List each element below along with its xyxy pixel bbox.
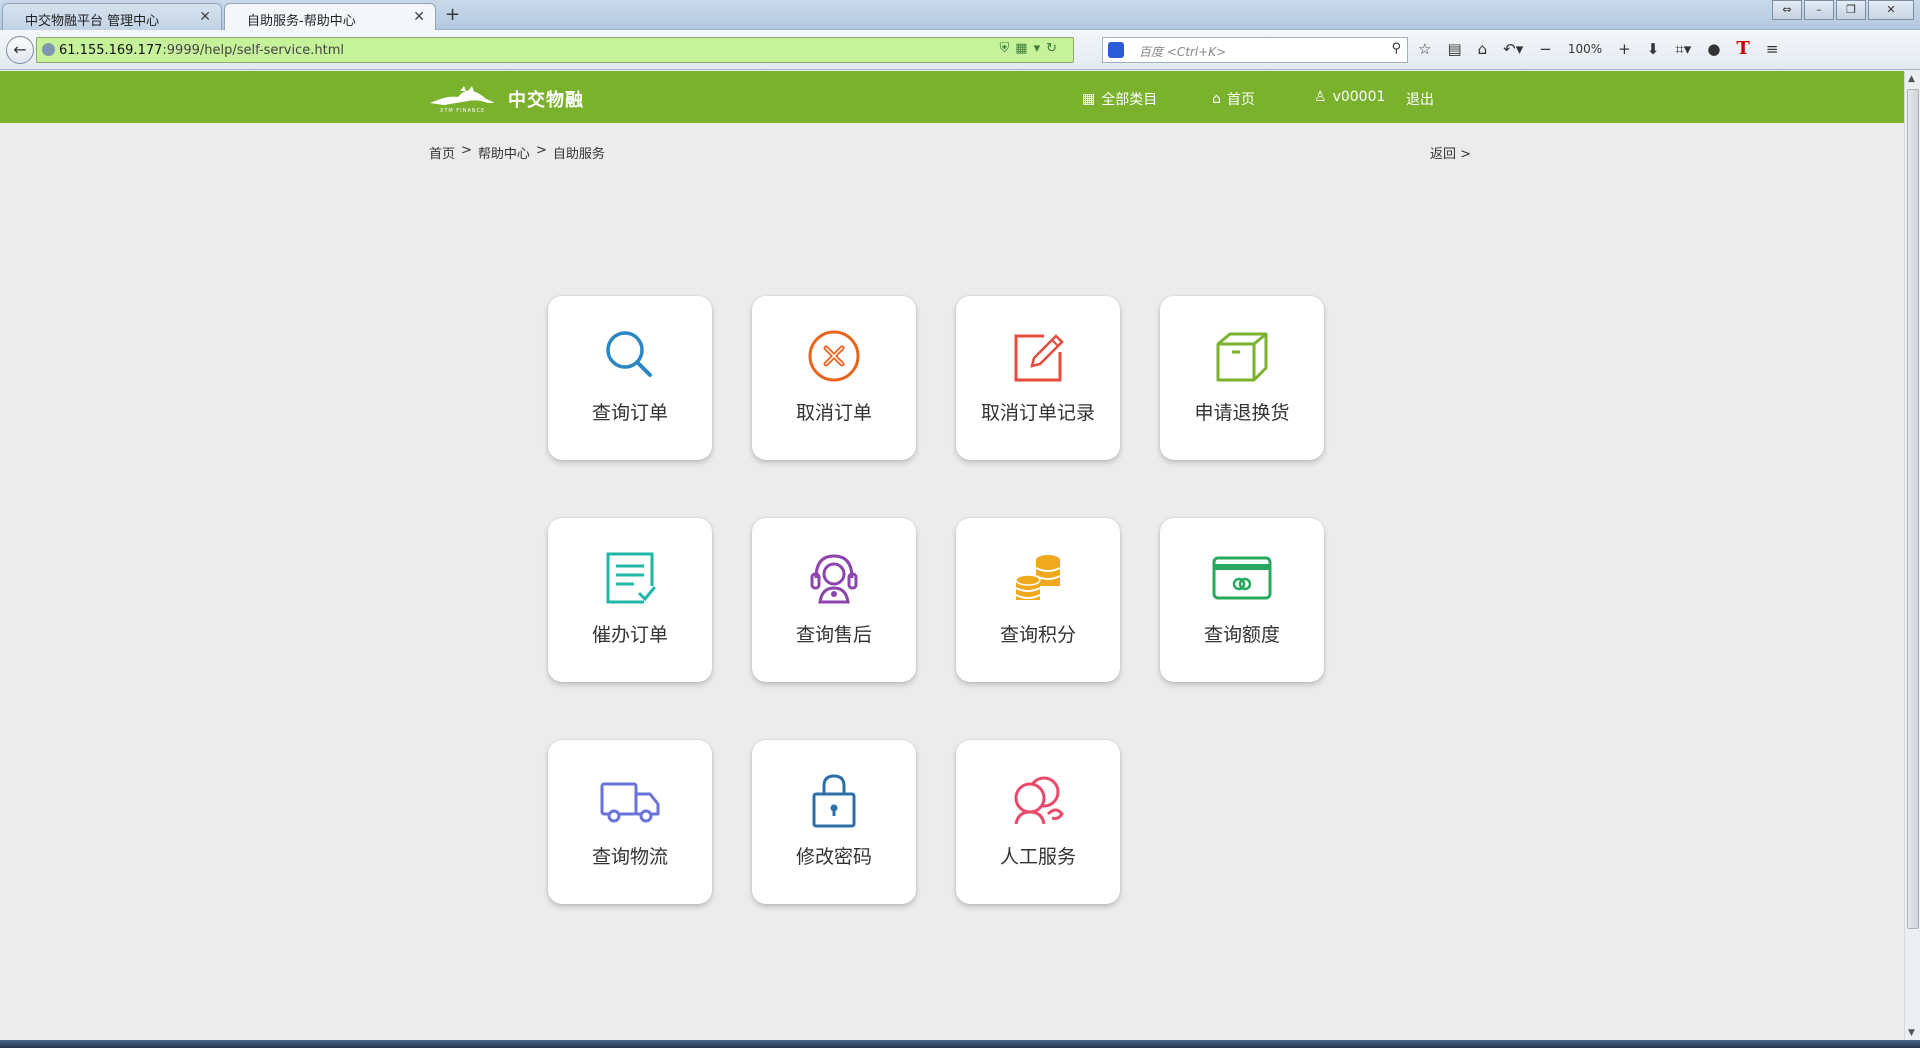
breadcrumb-separator: > (461, 143, 472, 158)
breadcrumb-current: 自助服务 (552, 147, 605, 162)
tile-urge-order[interactable]: 催办订单 (548, 518, 712, 682)
tile-label: 取消订单 (795, 402, 872, 424)
edit-icon (1014, 334, 1064, 382)
nav-label: 首页 (1226, 92, 1255, 108)
maximize-icon[interactable]: ❐ (1836, 0, 1866, 20)
site-header: 中交物融 XTM FINANCE ▦ 全部类目 ⌂ 首页 ♙ v00001 退出 (0, 71, 1904, 123)
search-icon[interactable]: ⚲ (1391, 41, 1401, 56)
screenshot-icon[interactable]: ⌗▾ (1675, 40, 1691, 58)
nav-label: v00001 (1332, 89, 1386, 105)
download-icon[interactable]: ⬇ (1647, 40, 1660, 58)
tile-label: 催办订单 (591, 624, 668, 646)
url-path: :9999/help/self-service.html (162, 43, 344, 58)
scroll-down-icon[interactable]: ▼ (1908, 1028, 1915, 1038)
back-button[interactable]: ← (6, 36, 34, 64)
user-icon: ♙ (1314, 89, 1327, 105)
tile-change-password[interactable]: 修改密码 (752, 740, 916, 904)
tile-human-service[interactable]: 人工服务 (956, 740, 1120, 904)
grid-icon: ▦ (1082, 91, 1096, 107)
tile-query-credit[interactable]: 查询额度 (1160, 518, 1324, 682)
window-close-icon[interactable]: ✕ (1868, 0, 1914, 20)
tile-label: 查询积分 (999, 624, 1076, 646)
browser-tab-self-service[interactable]: 自助服务-帮助中心 ✕ (224, 3, 436, 31)
brand-name: 中交物融 (508, 90, 584, 111)
tile-label: 申请退换货 (1194, 402, 1290, 424)
tile-label: 人工服务 (999, 846, 1076, 868)
breadcrumb-help-center[interactable]: 帮助中心 (478, 143, 530, 162)
translate-icon[interactable]: T (1736, 38, 1749, 59)
home-icon: ⌂ (1212, 91, 1221, 107)
tile-label: 查询额度 (1203, 624, 1280, 646)
tab-title: 中交物融平台 管理中心 (25, 14, 160, 29)
service-grid: 查询订单 取消订单 取消订单记录 申请退换货 催办订单 查询售后 查询积分 查询… (548, 296, 1340, 906)
back-link[interactable]: 返回 > (1430, 143, 1471, 162)
scroll-up-icon[interactable]: ▲ (1908, 74, 1915, 84)
tile-query-order[interactable]: 查询订单 (548, 296, 712, 460)
zoom-out-icon[interactable]: − (1539, 40, 1552, 58)
os-taskbar (0, 1040, 1920, 1048)
tile-label: 查询物流 (591, 846, 668, 868)
home-icon[interactable]: ⌂ (1478, 40, 1488, 58)
nav-label: 全部类目 (1101, 92, 1158, 108)
breadcrumb-home[interactable]: 首页 (429, 143, 455, 162)
menu-icon[interactable]: ≡ (1766, 40, 1779, 58)
search-placeholder: 百度 <Ctrl+K> (1139, 45, 1227, 59)
tile-label: 取消订单记录 (980, 402, 1095, 424)
tile-label: 查询售后 (795, 624, 872, 646)
lock-icon (812, 774, 856, 828)
breadcrumb-separator: > (535, 143, 547, 158)
scrollbar-thumb[interactable] (1907, 89, 1919, 929)
search-engine-icon[interactable] (1108, 42, 1124, 58)
nav-home[interactable]: ⌂ 首页 (1212, 89, 1255, 109)
nav-all-categories[interactable]: ▦ 全部类目 (1082, 89, 1157, 109)
tile-query-aftersales[interactable]: 查询售后 (752, 518, 916, 682)
nav-logout[interactable]: 退出 (1406, 89, 1434, 109)
browser-toolbar: ☆ ▤ ⌂ ↶▾ − 100% + ⬇ ⌗▾ ● T ≡ (1418, 38, 1794, 59)
headset-icon (810, 554, 858, 604)
bookmark-star-icon[interactable]: ☆ (1418, 40, 1431, 58)
logo[interactable]: 中交物融 XTM FINANCE (428, 82, 598, 116)
coins-icon (1015, 555, 1061, 600)
tile-label: 修改密码 (795, 846, 872, 868)
minimize-icon[interactable]: – (1804, 0, 1834, 20)
tab-title: 自助服务-帮助中心 (247, 14, 356, 29)
tile-cancel-order[interactable]: 取消订单 (752, 296, 916, 460)
browser-tab-admin[interactable]: 中交物融平台 管理中心 ✕ (2, 3, 222, 30)
truck-icon (600, 782, 660, 823)
tile-query-logistics[interactable]: 查询物流 (548, 740, 712, 904)
nav-label: 退出 (1406, 92, 1434, 108)
url-host: 61.155.169.177 (59, 43, 163, 58)
close-icon[interactable]: ✕ (413, 9, 425, 25)
new-tab-button[interactable]: + (445, 4, 460, 25)
window-controls: ⇔ – ❐ ✕ (1770, 0, 1914, 20)
page-scrollbar[interactable]: ▲ ▼ (1904, 71, 1920, 1041)
browser-nav-bar: ← 61.155.169.177:9999/help/self-service.… (0, 30, 1920, 70)
reader-icon[interactable]: ▤ (1447, 40, 1461, 58)
tile-apply-return[interactable]: 申请退换货 (1160, 296, 1324, 460)
search-icon (606, 331, 652, 377)
chat-icon[interactable]: ● (1707, 40, 1720, 58)
brand-subtitle: XTM FINANCE (440, 108, 486, 114)
zoom-in-icon[interactable]: + (1618, 40, 1631, 58)
box-icon (1216, 332, 1268, 382)
undo-icon[interactable]: ↶▾ (1503, 40, 1523, 58)
nav-user[interactable]: ♙ v00001 (1314, 89, 1385, 105)
search-box[interactable]: 百度 <Ctrl+K> ⚲ (1102, 37, 1408, 63)
zoom-level[interactable]: 100% (1568, 42, 1602, 56)
tile-cancel-order-records[interactable]: 取消订单记录 (956, 296, 1120, 460)
customer-service-icon (1014, 776, 1064, 825)
browser-tab-strip: 中交物融平台 管理中心 ✕ 自助服务-帮助中心 ✕ + ⇔ – ❐ ✕ (0, 0, 1920, 31)
card-icon (1212, 556, 1272, 600)
address-bar[interactable]: 61.155.169.177:9999/help/self-service.ht… (36, 37, 1074, 63)
cancel-circle-icon (808, 330, 860, 382)
site-identity-icon[interactable] (42, 43, 55, 56)
breadcrumb: 首页 > 帮助中心 > 自助服务 (429, 143, 611, 162)
tile-query-points[interactable]: 查询积分 (956, 518, 1120, 682)
checklist-icon (606, 552, 656, 604)
restore-icon[interactable]: ⇔ (1772, 0, 1802, 20)
close-icon[interactable]: ✕ (199, 9, 211, 25)
tile-label: 查询订单 (591, 402, 668, 424)
address-bar-actions[interactable]: ⛨▦▾↻ (1000, 41, 1063, 56)
logo-mark-icon (430, 86, 494, 105)
